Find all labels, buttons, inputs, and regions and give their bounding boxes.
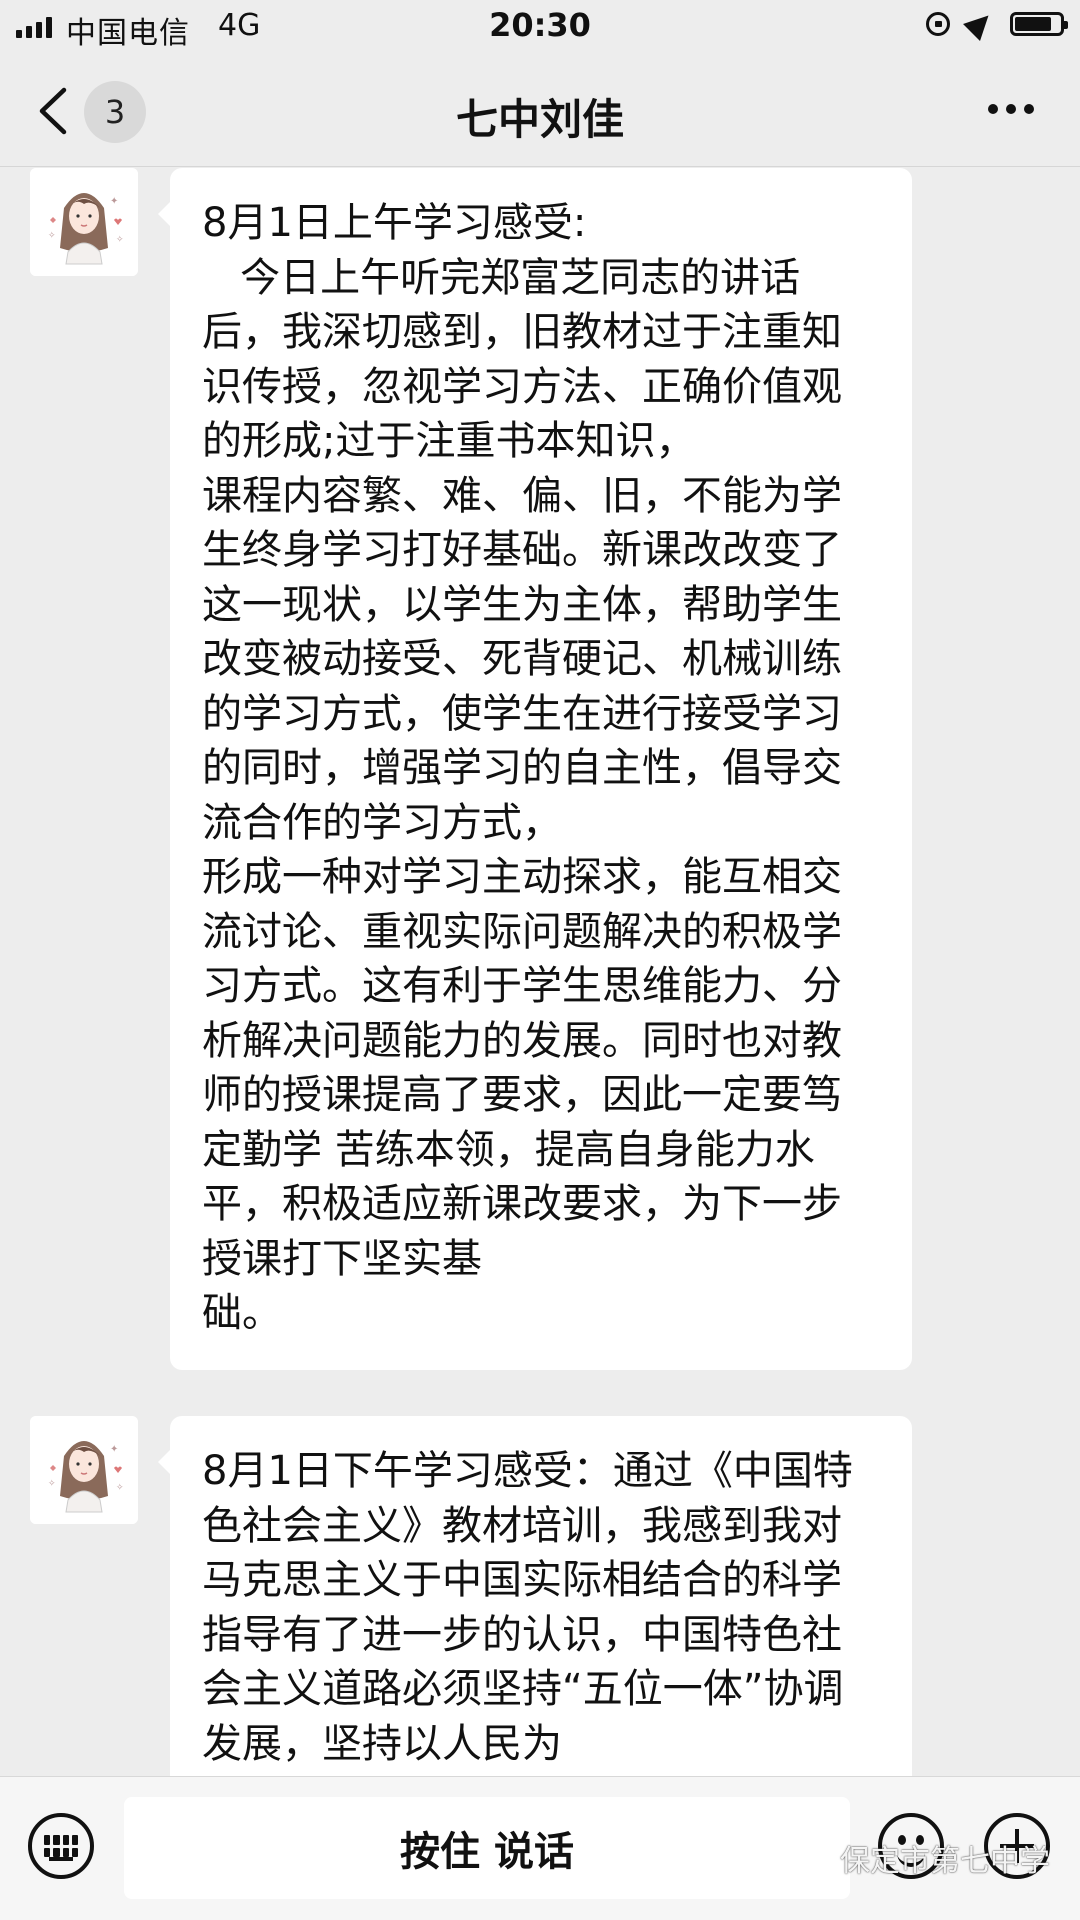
- watermark: 保定市第七中学: [792, 1836, 1050, 1880]
- svg-text:✧: ✧: [116, 1483, 124, 1493]
- avatar-illustration: ✦ ✧ ✧: [30, 1416, 138, 1524]
- status-icons: [926, 7, 1068, 41]
- keyboard-icon: [44, 1835, 78, 1857]
- message-bubble[interactable]: 8月1日上午学习感受: 今日上午听完郑富芝同志的讲话后，我深切感到，旧教材过于注…: [158, 168, 912, 1370]
- watermark-text: 保定市第七中学: [840, 1844, 1050, 1879]
- chat-header: 3 七中刘佳: [0, 56, 1080, 167]
- svg-text:✧: ✧: [116, 235, 124, 245]
- keyboard-button[interactable]: [28, 1813, 94, 1879]
- chat-title: 七中刘佳: [455, 95, 624, 144]
- svg-text:✦: ✦: [110, 1444, 118, 1455]
- status-time: 20:30: [489, 6, 591, 44]
- more-button[interactable]: [988, 104, 1034, 114]
- svg-text:✧: ✧: [48, 1479, 56, 1489]
- wechat-logo-icon: [792, 1842, 832, 1874]
- location-icon: [963, 7, 997, 41]
- status-bar: 中国电信 4G 20:30: [0, 0, 1080, 56]
- message-bubble[interactable]: 8月1日下午学习感受：通过《中国特色社会主义》教材培训，我感到我对马克思主义于中…: [158, 1416, 912, 1836]
- battery-icon: [1010, 12, 1068, 36]
- hold-to-talk-button[interactable]: 按住 说话: [124, 1797, 850, 1899]
- svg-text:✦: ✦: [110, 196, 118, 207]
- avatar[interactable]: ✦ ✧ ✧: [30, 1416, 138, 1524]
- more-dots-icon: [988, 104, 998, 114]
- chat-screen: 中国电信 4G 20:30 3 七中刘佳 ✦ ✧ ✧ 8月1日上午学习感受: 今…: [0, 0, 1080, 1920]
- rotation-lock-icon: [926, 12, 950, 36]
- avatar[interactable]: ✦ ✧ ✧: [30, 168, 138, 276]
- svg-text:✧: ✧: [48, 231, 56, 241]
- avatar-illustration: ✦ ✧ ✧: [30, 168, 138, 276]
